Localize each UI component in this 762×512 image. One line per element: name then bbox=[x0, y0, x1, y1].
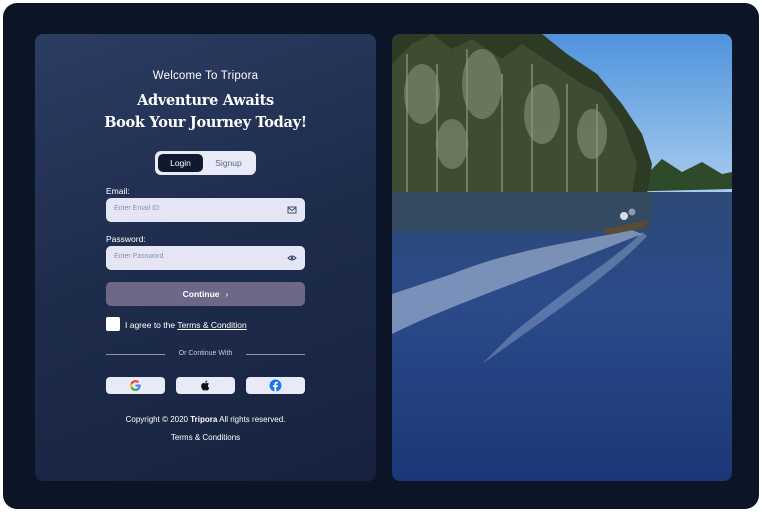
apple-button[interactable] bbox=[176, 377, 235, 394]
auth-toggle: Login Signup bbox=[155, 151, 256, 175]
hero-photo bbox=[392, 34, 732, 481]
brand-name: Tripora bbox=[190, 415, 218, 424]
email-field[interactable]: Enter Email ID bbox=[106, 198, 305, 222]
apple-icon bbox=[201, 380, 210, 391]
agree-checkbox[interactable] bbox=[106, 317, 120, 331]
copyright-prefix: Copyright © 2020 bbox=[125, 415, 188, 424]
terms-link[interactable]: Terms & Condition bbox=[177, 320, 246, 330]
chevron-right-icon: › bbox=[225, 289, 229, 299]
agree-text: I agree to the Terms & Condition bbox=[125, 320, 247, 330]
password-placeholder: Enter Password bbox=[114, 253, 164, 260]
facebook-icon bbox=[269, 379, 282, 392]
eye-icon[interactable] bbox=[287, 253, 297, 263]
mail-icon bbox=[287, 206, 297, 214]
terms-footer-link[interactable]: Terms & Conditions bbox=[35, 433, 376, 442]
divider-right bbox=[246, 354, 305, 355]
continue-button[interactable]: Continue › bbox=[106, 282, 305, 306]
copyright-suffix: All rights reserved. bbox=[219, 415, 286, 424]
password-label: Password: bbox=[106, 234, 146, 244]
facebook-button[interactable] bbox=[246, 377, 305, 394]
continue-label: Continue bbox=[182, 289, 220, 299]
app-frame: Welcome To Tripora Adventure Awaits Book… bbox=[3, 3, 759, 509]
password-field[interactable]: Enter Password bbox=[106, 246, 305, 270]
google-button[interactable] bbox=[106, 377, 165, 394]
or-continue-with: Or Continue With bbox=[178, 350, 233, 357]
tab-signup[interactable]: Signup bbox=[206, 154, 251, 172]
email-label: Email: bbox=[106, 186, 130, 196]
tab-login[interactable]: Login bbox=[158, 154, 203, 172]
google-icon bbox=[130, 380, 141, 391]
agree-label: I agree to the bbox=[125, 320, 176, 330]
copyright-text: Copyright © 2020 Tripora All rights rese… bbox=[35, 415, 376, 424]
river-landscape-image bbox=[392, 34, 732, 481]
welcome-text: Welcome To Tripora bbox=[152, 70, 259, 82]
headline-line-2: Book Your Journey Today! bbox=[104, 114, 307, 131]
login-panel: Welcome To Tripora Adventure Awaits Book… bbox=[35, 34, 376, 481]
email-placeholder: Enter Email ID bbox=[114, 205, 160, 212]
headline-line-1: Adventure Awaits bbox=[137, 92, 274, 109]
